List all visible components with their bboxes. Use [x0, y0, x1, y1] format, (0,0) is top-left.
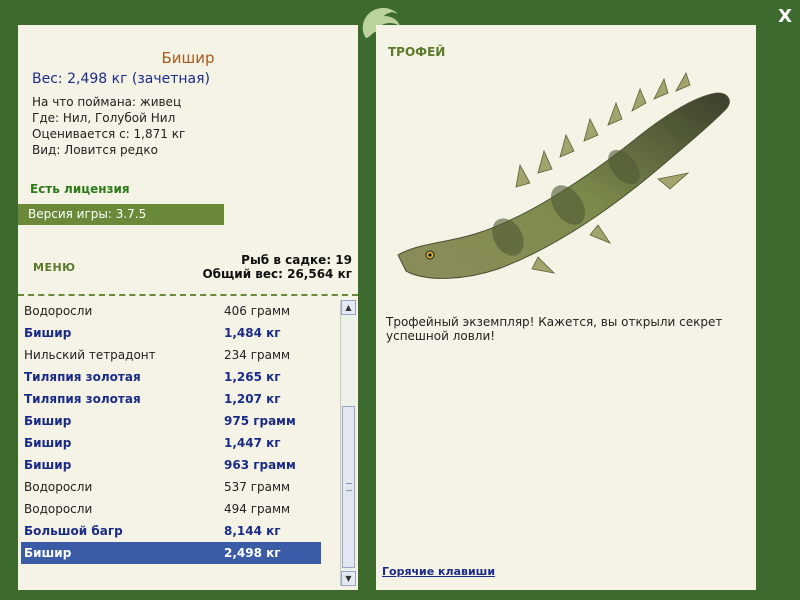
list-item-name: Тиляпия золотая [24, 370, 141, 384]
list-item-name: Водоросли [24, 502, 93, 516]
list-item[interactable]: Нильский тетрадонт 234 грамм [18, 344, 340, 366]
list-item[interactable]: Бишир 1,484 кг [18, 322, 340, 344]
fish-weight: Вес: 2,498 кг (зачетная) [32, 71, 211, 87]
arrow-down-icon[interactable]: ▼ [341, 571, 356, 586]
trophy-panel: ТРОФЕЙ Трофейный экземпляр! Кажется, вы … [376, 25, 756, 590]
close-button[interactable]: X [778, 6, 792, 27]
keepnet-stats: Рыб в садке: 19 Общий вес: 26,564 кг [202, 253, 352, 281]
fish-valuation: Оценивается с: 1,871 кг [32, 127, 186, 141]
list-item[interactable]: Водоросли 494 грамм [18, 498, 340, 520]
list-item[interactable]: Бишир 2,498 кг [21, 542, 321, 564]
trophy-message: Трофейный экземпляр! Кажется, вы открыли… [386, 315, 723, 343]
list-item-weight: 1,265 кг [224, 370, 281, 384]
keepnet-count: Рыб в садке: 19 [241, 253, 352, 267]
list-item[interactable]: Водоросли 406 грамм [18, 300, 340, 322]
hotkeys-link[interactable]: Горячие клавиши [382, 565, 495, 578]
list-item-name: Бишир [24, 436, 72, 450]
list-item-name: Тиляпия золотая [24, 392, 141, 406]
list-item-name: Водоросли [24, 304, 93, 318]
list-item-weight: 2,498 кг [224, 546, 281, 560]
list-item[interactable]: Тиляпия золотая 1,265 кг [18, 366, 340, 388]
list-item-weight: 494 грамм [224, 502, 291, 516]
list-item-weight: 975 грамм [224, 414, 296, 428]
fish-name: Бишир [161, 49, 215, 67]
app-window: X Бишир Вес: 2,498 кг (зачетная) На что … [0, 0, 800, 600]
keepnet-total-weight: Общий вес: 26,564 кг [202, 267, 352, 281]
list-item[interactable]: Тиляпия золотая 1,207 кг [18, 388, 340, 410]
bichir-fish-image [397, 72, 730, 279]
list-item-name: Нильский тетрадонт [24, 348, 156, 362]
list-item-weight: 406 грамм [224, 304, 291, 318]
list-item[interactable]: Большой багр 8,144 кг [18, 520, 340, 542]
list-item[interactable]: Водоросли 537 грамм [18, 476, 340, 498]
fish-rarity: Вид: Ловится редко [32, 143, 158, 157]
list-item-name: Бишир [24, 458, 72, 472]
list-item-weight: 8,144 кг [224, 524, 281, 538]
list-item-weight: 537 грамм [224, 480, 291, 494]
grip-icon [346, 483, 352, 491]
game-version: Версия игры: 3.7.5 [18, 204, 224, 225]
list-item-weight: 963 грамм [224, 458, 296, 472]
list-item-name: Бишир [24, 326, 72, 340]
list-item-weight: 234 грамм [224, 348, 291, 362]
list-item-name: Большой багр [24, 524, 123, 538]
list-item[interactable]: Бишир 1,447 кг [18, 432, 340, 454]
license-status: Есть лицензия [30, 182, 130, 196]
list-item-name: Бишир [24, 414, 72, 428]
list-item-weight: 1,207 кг [224, 392, 281, 406]
list-item[interactable]: Бишир 975 грамм [18, 410, 340, 432]
menu-button[interactable]: МЕНЮ [33, 261, 76, 274]
fish-bait: На что поймана: живец [32, 95, 182, 109]
list-item-weight: 1,484 кг [224, 326, 281, 340]
scrollbar[interactable]: ▲ ▼ [340, 300, 357, 586]
keepnet-list: Водоросли 406 грамм Бишир 1,484 кг Нильский … [18, 300, 340, 590]
arrow-up-icon[interactable]: ▲ [341, 300, 356, 315]
divider [18, 294, 358, 296]
fish-info-panel: Бишир Вес: 2,498 кг (зачетная) На что по… [18, 25, 358, 590]
list-item-name: Бишир [24, 546, 72, 560]
list-item-weight: 1,447 кг [224, 436, 281, 450]
list-item[interactable]: Бишир 963 грамм [18, 454, 340, 476]
list-item-name: Водоросли [24, 480, 93, 494]
fish-location: Где: Нил, Голубой Нил [32, 111, 176, 125]
scrollbar-thumb[interactable] [342, 406, 355, 568]
